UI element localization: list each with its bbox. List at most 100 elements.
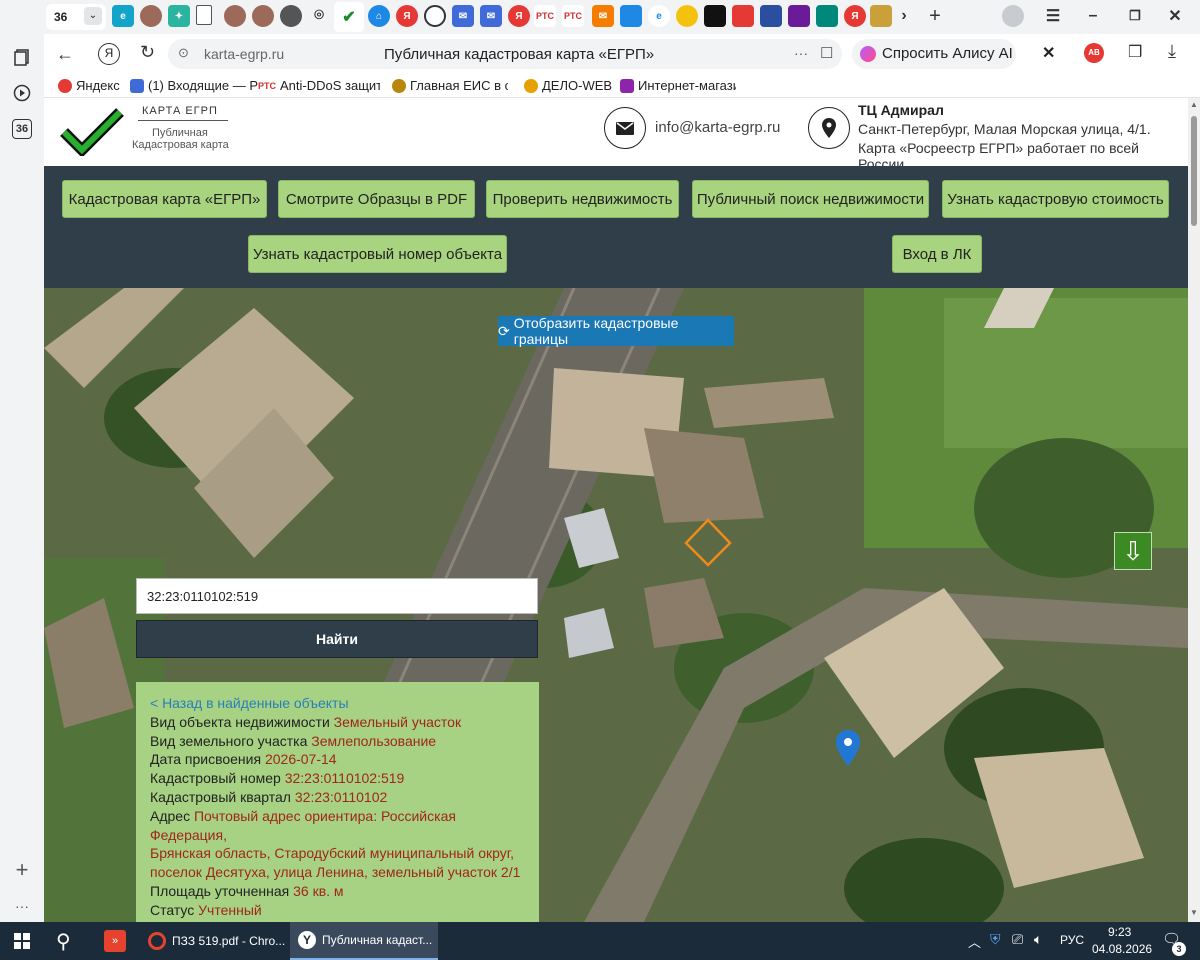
close-window-icon[interactable]: ✕: [1164, 5, 1186, 27]
scroll-down-arrow-icon[interactable]: ⇩: [1114, 532, 1152, 570]
download-icon[interactable]: ⤓: [1168, 41, 1176, 62]
yandex-icon[interactable]: Я: [844, 5, 866, 27]
bookmark-item[interactable]: Главная ЕИС в сф: [392, 78, 508, 93]
email-link[interactable]: info@karta-egrp.ru: [655, 119, 780, 136]
tab-favicon[interactable]: [424, 5, 446, 27]
taskbar-app-browser[interactable]: Y Публичная кадаст...: [290, 922, 438, 960]
object-info-panel: < Назад в найденные объекты Вид объекта …: [136, 682, 539, 922]
chevron-up-icon[interactable]: ︿: [968, 932, 981, 951]
tab-favicon[interactable]: [816, 5, 838, 27]
tab-favicon[interactable]: [704, 5, 726, 27]
map-pin-icon[interactable]: ⌾: [308, 5, 330, 27]
extensions-icon[interactable]: ❒: [1128, 42, 1142, 62]
nav-cadastral-number[interactable]: Узнать кадастровый номер объекта: [248, 235, 507, 273]
nav-cadastral-map[interactable]: Кадастровая карта «ЕГРП»: [62, 180, 267, 218]
scroll-down-icon[interactable]: ▼: [1190, 908, 1198, 917]
alice-icon: [860, 46, 876, 62]
collections-icon[interactable]: [10, 45, 34, 69]
language-indicator[interactable]: РУС: [1060, 933, 1084, 947]
search-icon[interactable]: ⚲: [56, 929, 71, 954]
bookmark-item[interactable]: Яндекс: [58, 78, 120, 93]
add-panel-icon[interactable]: +: [10, 857, 34, 882]
rail-counter[interactable]: 36: [12, 119, 32, 139]
back-link[interactable]: < Назад в найденные объекты: [150, 694, 525, 713]
mail-icon[interactable]: ✉: [452, 5, 474, 27]
clock-date[interactable]: 04.08.2026: [1092, 942, 1152, 956]
play-icon[interactable]: [10, 81, 34, 105]
bookmark-item[interactable]: (1) Входящие — Р: [130, 78, 260, 93]
tab-favicon[interactable]: e: [648, 5, 670, 27]
yandex-icon[interactable]: Я: [98, 43, 120, 65]
nav-pdf-samples[interactable]: Смотрите Образцы в PDF: [278, 180, 475, 218]
back-icon[interactable]: ←: [56, 44, 74, 65]
home-icon[interactable]: ⌂: [368, 5, 390, 27]
alice-button[interactable]: Спросить Алису AI: [852, 39, 1016, 69]
tab-favicon[interactable]: [788, 5, 810, 27]
nav-check-property[interactable]: Проверить недвижимость: [486, 180, 679, 218]
restore-icon[interactable]: ❐: [1124, 5, 1146, 27]
yandex-icon[interactable]: Я: [396, 5, 418, 27]
page-scrollbar[interactable]: ▲ ▼: [1188, 98, 1200, 922]
bookmark-item[interactable]: PTC Anti-DDoS защита: [258, 78, 380, 93]
checkmark-logo-icon[interactable]: [60, 106, 124, 156]
more-icon[interactable]: ···: [10, 894, 34, 918]
menu-icon[interactable]: ☰: [1042, 5, 1064, 27]
tab-favicon[interactable]: ✦: [168, 5, 190, 27]
satellite-map[interactable]: ⟳ Отобразить кадастровые границы ⇩ Найти…: [44, 288, 1188, 922]
taskbar-app-pdf[interactable]: ПЗЗ 519.pdf - Chro...: [142, 922, 288, 960]
yandex-icon[interactable]: Я: [508, 5, 530, 27]
more-options-icon[interactable]: ···: [794, 45, 808, 61]
find-button[interactable]: Найти: [136, 620, 538, 658]
show-bounds-button[interactable]: ⟳ Отобразить кадастровые границы: [498, 315, 734, 347]
nav-cadastral-value[interactable]: Узнать кадастровую стоимость: [942, 180, 1169, 218]
chevron-down-icon[interactable]: ⌄: [84, 7, 102, 25]
url-text[interactable]: karta-egrp.ru: [204, 46, 284, 62]
url-field[interactable]: ⊙ karta-egrp.ru Публичная кадастровая ка…: [168, 39, 842, 69]
adblock-icon[interactable]: AB: [1084, 43, 1104, 63]
volume-icon[interactable]: 🔈︎: [1034, 931, 1042, 948]
minimize-icon[interactable]: –: [1082, 5, 1104, 27]
rts-icon[interactable]: PTC: [534, 5, 556, 27]
nav-public-search[interactable]: Публичный поиск недвижимости: [692, 180, 929, 218]
tab-favicon[interactable]: [620, 5, 642, 27]
tab-favicon[interactable]: [676, 5, 698, 27]
bookmark-icon[interactable]: ☐: [820, 44, 833, 62]
tab-favicon[interactable]: [280, 5, 302, 27]
tab-favicon[interactable]: e: [112, 5, 134, 27]
new-tab-icon[interactable]: +: [924, 5, 946, 27]
shield-icon[interactable]: ⛨: [990, 931, 1001, 948]
info-row: Площадь уточненная 36 кв. м: [150, 882, 525, 901]
clock-time[interactable]: 9:23: [1108, 925, 1131, 939]
app-icon[interactable]: »: [104, 930, 126, 952]
tab-favicon[interactable]: [252, 5, 274, 27]
info-value: 36 кв. м: [293, 882, 344, 899]
mail-icon[interactable]: ✉: [592, 5, 614, 27]
tab-group[interactable]: 36 ⌄: [46, 4, 106, 30]
bookmark-item[interactable]: Интернет-магази: [620, 78, 736, 93]
scrollbar-thumb[interactable]: [1191, 116, 1197, 226]
network-icon[interactable]: ⎚: [1012, 931, 1023, 948]
cadastral-search-input[interactable]: [136, 578, 538, 614]
bookmark-item[interactable]: ДЕЛО-WEB: [524, 78, 612, 93]
tab-favicon[interactable]: [760, 5, 782, 27]
tab-favicon[interactable]: [870, 5, 892, 27]
site-info-icon[interactable]: ⊙: [178, 45, 189, 61]
chevron-right-icon[interactable]: ›: [893, 5, 915, 27]
map-marker-icon[interactable]: [836, 730, 860, 766]
extension-icon[interactable]: ✕: [1042, 43, 1055, 63]
rts-icon[interactable]: PTC: [562, 5, 584, 27]
active-tab-checkmark-icon[interactable]: ✔: [334, 2, 364, 32]
tab-favicon[interactable]: [224, 5, 246, 27]
mail-icon[interactable]: ✉: [480, 5, 502, 27]
office-title: ТЦ Адмирал: [858, 102, 944, 118]
bookmark-label: ДЕЛО-WEB: [542, 78, 613, 93]
info-key: Кадастровый номер: [150, 770, 281, 787]
windows-start-icon[interactable]: [14, 933, 30, 952]
reload-icon[interactable]: ↻: [140, 42, 155, 63]
scroll-up-icon[interactable]: ▲: [1190, 100, 1198, 109]
document-icon[interactable]: [196, 5, 212, 25]
tab-favicon[interactable]: [732, 5, 754, 27]
profile-icon[interactable]: [1002, 5, 1024, 27]
tab-favicon[interactable]: [140, 5, 162, 27]
nav-login[interactable]: Вход в ЛК: [892, 235, 982, 273]
